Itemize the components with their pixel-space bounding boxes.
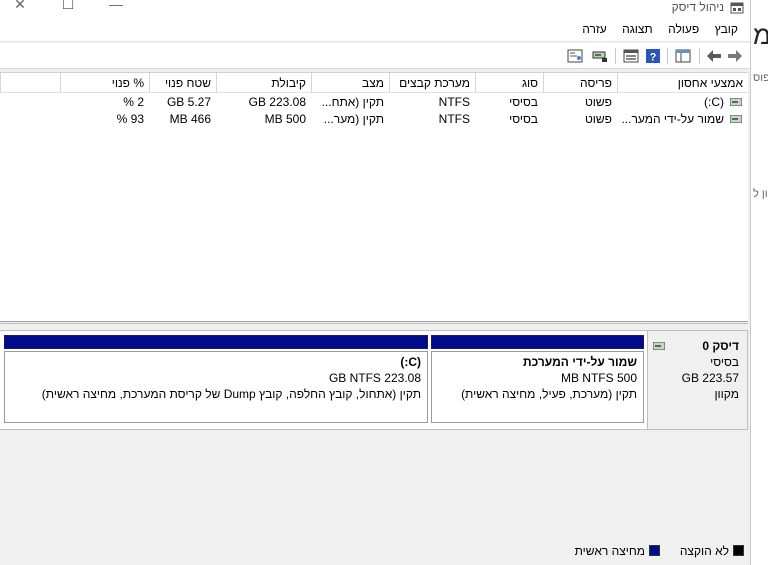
cell-filesystem: NTFS [438,95,470,109]
volume-list[interactable]: אמצעי אחסון פריסה סוג מערכת קבצים מצב קי… [0,72,748,322]
disk-icon[interactable] [591,47,609,65]
properties-icon[interactable] [622,47,640,65]
cell-layout: פשוט [584,112,612,126]
legend: לא הוקצה מחיצה ראשית [0,535,750,565]
column-header-type[interactable]: סוג [475,73,543,93]
disk-label[interactable]: דיסק 0 בסיסי 223.57 GB מקוון [647,330,748,430]
menu-help[interactable]: עזרה [576,18,613,42]
legend-swatch-unallocated [733,545,744,556]
legend-label: לא הוקצה [679,544,729,558]
cell-status: תקין (מער... [323,112,384,126]
partition-bar [4,335,428,349]
partition-size: 223.08 GB NTFS [328,371,421,385]
help-icon[interactable]: ? [644,47,662,65]
partition-status: תקין (אתחול, קובץ החלפה, קובץ Dump של קר… [41,387,421,401]
cell-volume: (C:) [703,95,724,109]
column-header-percent-free[interactable]: % פנוי [60,73,149,93]
disk-management-window: ✕ ☐ — ניהול דיסק קובץ פעולה תצוגה עזרה ? [0,0,750,565]
maximize-icon[interactable]: ☐ [56,0,80,16]
close-icon[interactable]: ✕ [8,0,32,16]
disk-state: מקוון [714,387,739,401]
column-header-volume[interactable]: אמצעי אחסון [617,73,748,93]
cell-layout: פשוט [584,95,612,109]
disk-map-pane: דיסק 0 בסיסי 223.57 GB מקוון שמור על-ידי… [0,327,748,535]
cell-type: בסיסי [509,95,538,109]
column-header-filesystem[interactable]: מערכת קבצים [389,73,475,93]
disk-icon [653,342,665,350]
cell-free-space: 466 MB [169,112,211,126]
cell-capacity: 500 MB [264,112,306,126]
partition-system-reserved[interactable]: שמור על-ידי המערכת 500 MB NTFS תקין (מער… [431,335,644,423]
disk-type: בסיסי [710,355,739,369]
back-arrow-icon[interactable] [705,47,723,65]
disk-name: דיסק 0 [702,339,739,353]
legend-primary-partition: מחיצה ראשית [575,544,660,558]
column-header-status[interactable]: מצב [311,73,389,93]
menu-view[interactable]: תצוגה [616,18,659,42]
cell-type: בסיסי [509,112,538,126]
column-header-capacity[interactable]: קיבולת [216,73,311,93]
title-bar: ✕ ☐ — ניהול דיסק [0,0,750,18]
legend-label: מחיצה ראשית [574,544,645,558]
cell-capacity: 223.08 GB [248,95,306,109]
menu-bar: קובץ פעולה תצוגה עזרה [0,18,750,42]
disk-size: 223.57 GB [681,371,739,385]
menu-file[interactable]: קובץ [709,18,744,42]
svg-text:?: ? [650,52,657,64]
minimize-icon[interactable]: — [104,0,128,16]
column-header-free-space[interactable]: שטח פנוי [149,73,216,93]
toolbar: ? [0,43,750,69]
partition-name: שמור על-ידי המערכת [522,355,637,369]
cell-status: תקין (אתח... [321,95,384,109]
forward-arrow-icon[interactable] [726,47,744,65]
cell-percent-free: 93 % [116,112,144,126]
column-header-empty [0,73,60,93]
cell-volume: שמור על-ידי המער... [621,112,724,126]
settings-icon[interactable] [566,47,584,65]
volume-icon [730,98,742,106]
cell-free-space: 5.27 GB [166,95,211,109]
column-header-layout[interactable]: פריסה [543,73,617,93]
legend-swatch-primary [649,545,660,556]
partition-size: 500 MB NTFS [560,371,637,385]
legend-unallocated: לא הוקצה [680,544,744,558]
partition-c-drive[interactable]: (C:) 223.08 GB NTFS תקין (אתחול, קובץ הח… [4,335,428,423]
window-title: ניהול דיסק [671,0,724,14]
app-icon [730,2,744,14]
menu-action[interactable]: פעולה [662,18,705,42]
console-tree-icon[interactable] [674,47,692,65]
background-window-text: פוס [753,72,768,84]
partition-bar [431,335,644,349]
background-window-text: ון ל [753,188,768,200]
partition-name: (C:) [400,355,421,369]
partition-status: תקין (מערכת, פעיל, מחיצה ראשית) [461,387,637,401]
cell-percent-free: 2 % [123,95,144,109]
volume-icon [730,115,742,123]
cell-filesystem: NTFS [438,112,470,126]
background-window-edge: מ פוס ון ל [750,0,768,565]
background-window-text: מ [753,20,768,51]
